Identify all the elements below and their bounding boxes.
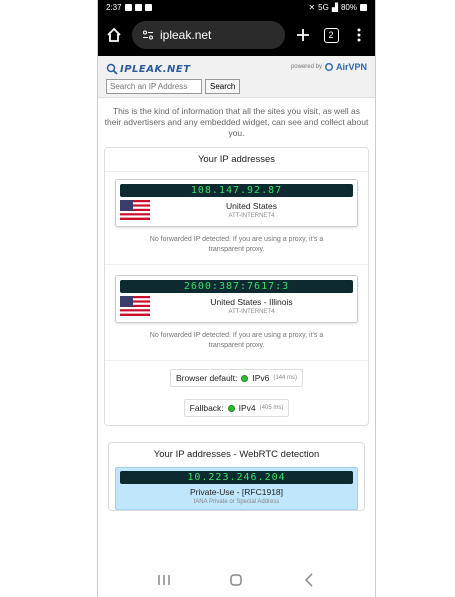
ip-search-form: Search <box>106 79 367 94</box>
magnifier-logo-icon <box>106 63 118 75</box>
us-flag-icon <box>120 200 150 220</box>
home-nav-icon[interactable] <box>226 570 246 590</box>
ip-entry-ipv4: 108.147.92.87 United States ATT-INTERNET… <box>115 179 358 227</box>
ip-addresses-card: Your IP addresses 108.147.92.87 United S… <box>104 147 369 426</box>
status-bar: 2:37 ✕ 5G ▟ 80% <box>98 0 375 14</box>
url-bar[interactable]: ipleak.net <box>132 21 285 49</box>
browser-default-latency: (144 ms) <box>273 375 298 381</box>
intro-text: This is the kind of information that all… <box>104 106 369 138</box>
ip-location: United States - Illinois <box>210 297 293 307</box>
browser-default-value: IPv6 <box>252 373 270 383</box>
powered-by[interactable]: powered by AirVPN <box>291 62 367 72</box>
ip-isp: ATT-INTERNET4 <box>228 309 275 315</box>
fallback-value: IPv4 <box>238 403 256 413</box>
site-settings-icon[interactable] <box>142 29 154 41</box>
ip-address-display: 108.147.92.87 <box>120 184 353 197</box>
fallback-latency: (405 ms) <box>259 405 284 411</box>
webrtc-ip-display: 10.223.246.204 <box>120 471 353 484</box>
webrtc-location: Private-Use - [RFC1918] <box>189 487 284 497</box>
fallback-pill: Fallback: IPv4 (405 ms) <box>183 399 290 417</box>
ip-entry-ipv6: 2600:387:7617:3 United States - Illinois… <box>115 275 358 323</box>
phone-screen: 2:37 ✕ 5G ▟ 80% ipleak.net 2 IPLEAK.NET … <box>97 0 376 597</box>
tab-count[interactable]: 2 <box>323 27 339 43</box>
more-menu-icon[interactable] <box>349 25 369 45</box>
fallback-label: Fallback: <box>189 403 224 413</box>
ip-search-input[interactable] <box>106 79 202 94</box>
search-button[interactable]: Search <box>205 79 241 94</box>
ip-text: United States ATT-INTERNET4 <box>150 201 353 219</box>
status-time: 2:37 <box>106 2 122 12</box>
site-header: IPLEAK.NET powered by AirVPN Search <box>98 56 375 98</box>
status-dot-icon <box>227 404 235 412</box>
ip-info: United States - Illinois ATT-INTERNET4 <box>120 296 353 316</box>
status-right: ✕ 5G ▟ 80% <box>308 3 367 12</box>
forwarded-ip-note: No forwarded IP detected. If you are usi… <box>105 227 368 265</box>
webrtc-entry: 10.223.246.204 Private-Use - [RFC1918] I… <box>115 467 358 510</box>
notification-icon <box>124 3 132 11</box>
battery-level: 80% <box>340 2 357 12</box>
ip-info: United States ATT-INTERNET4 <box>120 200 353 220</box>
battery-icon <box>360 3 367 11</box>
forwarded-ip-note: No forwarded IP detected. If you are usi… <box>105 323 368 361</box>
home-icon[interactable] <box>104 25 124 45</box>
ip-location: United States <box>225 201 278 211</box>
webrtc-title: Your IP addresses - WebRTC detection <box>153 449 320 460</box>
browser-default-label: Browser default: <box>175 373 238 383</box>
android-nav-bar <box>98 563 375 597</box>
ip-address-display: 2600:387:7617:3 <box>120 280 353 293</box>
network-type: 5G <box>318 2 329 12</box>
tab-switcher-button[interactable]: 2 <box>321 25 341 45</box>
status-dot-icon <box>241 374 249 382</box>
recent-apps-icon[interactable] <box>154 570 174 590</box>
back-icon[interactable] <box>299 570 319 590</box>
webrtc-card: Your IP addresses - WebRTC detection 10.… <box>108 442 365 511</box>
logo-text: IPLEAK.NET <box>120 63 191 75</box>
status-left: 2:37 <box>106 3 152 12</box>
webrtc-desc: IANA Private or Special Address <box>193 499 280 505</box>
browser-default-row: Browser default: IPv6 (144 ms) <box>105 369 368 387</box>
browser-toolbar: ipleak.net 2 <box>98 14 375 56</box>
airvpn-logo-icon <box>324 63 333 71</box>
signal-icon: ▟ <box>331 2 338 12</box>
bag-icon <box>144 3 152 11</box>
airvpn-brand: AirVPN <box>335 62 367 72</box>
mute-icon: ✕ <box>308 2 316 12</box>
browser-default-pill: Browser default: IPv6 (144 ms) <box>169 369 304 387</box>
ip-addresses-title: Your IP addresses <box>105 148 368 172</box>
url-text[interactable]: ipleak.net <box>160 28 211 42</box>
gallery-icon <box>134 3 142 11</box>
us-flag-icon <box>120 296 150 316</box>
ip-isp: ATT-INTERNET4 <box>228 213 275 219</box>
fallback-row: Fallback: IPv4 (405 ms) <box>105 399 368 417</box>
new-tab-icon[interactable] <box>293 25 313 45</box>
ip-text: United States - Illinois ATT-INTERNET4 <box>150 297 353 315</box>
powered-by-label: powered by <box>290 64 322 70</box>
